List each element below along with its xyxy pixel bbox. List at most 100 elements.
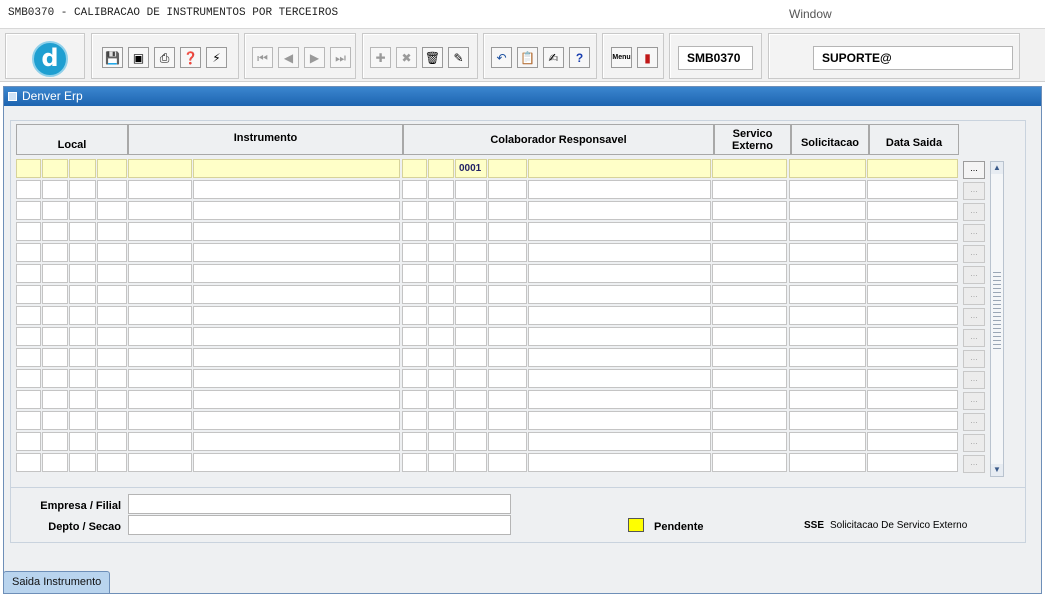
servico-externo-cell[interactable] xyxy=(712,432,787,451)
local-cell-4[interactable] xyxy=(97,201,127,220)
local-cell-3[interactable] xyxy=(69,285,96,304)
local-cell-3[interactable] xyxy=(69,369,96,388)
local-cell-1[interactable] xyxy=(16,432,41,451)
data-saida-cell[interactable] xyxy=(867,222,958,241)
colab-cell-2[interactable] xyxy=(428,306,454,325)
lov-button[interactable]: ... xyxy=(963,266,985,284)
colab-cell-4[interactable] xyxy=(488,369,527,388)
colab-cell-4[interactable] xyxy=(488,453,527,472)
local-cell-2[interactable] xyxy=(42,390,68,409)
instrumento-code-cell[interactable] xyxy=(128,222,192,241)
local-cell-2[interactable] xyxy=(42,243,68,262)
servico-externo-cell[interactable] xyxy=(712,180,787,199)
colab-code-cell[interactable] xyxy=(455,411,487,430)
instrumento-desc-cell[interactable] xyxy=(193,432,400,451)
instrumento-code-cell[interactable] xyxy=(128,453,192,472)
local-cell-2[interactable] xyxy=(42,348,68,367)
local-cell-1[interactable] xyxy=(16,180,41,199)
servico-externo-cell[interactable] xyxy=(712,327,787,346)
instrumento-desc-cell[interactable] xyxy=(193,348,400,367)
lov-button[interactable]: ... xyxy=(963,224,985,242)
instrumento-desc-cell[interactable] xyxy=(193,222,400,241)
instrumento-code-cell[interactable] xyxy=(128,285,192,304)
colab-cell-2[interactable] xyxy=(428,264,454,283)
instrumento-desc-cell[interactable] xyxy=(193,201,400,220)
local-cell-4[interactable] xyxy=(97,222,127,241)
next-record-icon[interactable]: ▶ xyxy=(304,47,325,68)
colab-name-cell[interactable] xyxy=(528,243,711,262)
servico-externo-cell[interactable] xyxy=(712,285,787,304)
instrumento-desc-cell[interactable] xyxy=(193,453,400,472)
data-saida-cell[interactable] xyxy=(867,453,958,472)
local-cell-2[interactable] xyxy=(42,159,68,178)
instrumento-code-cell[interactable] xyxy=(128,411,192,430)
local-cell-2[interactable] xyxy=(42,222,68,241)
colab-cell-1[interactable] xyxy=(402,264,427,283)
grid-scrollbar[interactable]: ▲ ▼ xyxy=(990,161,1004,477)
query-help-icon[interactable]: ❓ xyxy=(180,47,201,68)
colab-cell-2[interactable] xyxy=(428,201,454,220)
colab-cell-4[interactable] xyxy=(488,432,527,451)
colab-cell-4[interactable] xyxy=(488,285,527,304)
colab-name-cell[interactable] xyxy=(528,453,711,472)
local-cell-3[interactable] xyxy=(69,390,96,409)
local-cell-1[interactable] xyxy=(16,159,41,178)
solicitacao-cell[interactable] xyxy=(789,180,866,199)
depto-secao-field[interactable] xyxy=(128,515,511,535)
data-saida-cell[interactable] xyxy=(867,432,958,451)
delete-record-icon[interactable]: ✖ xyxy=(396,47,417,68)
colab-cell-4[interactable] xyxy=(488,390,527,409)
servico-externo-cell[interactable] xyxy=(712,201,787,220)
local-cell-3[interactable] xyxy=(69,306,96,325)
colab-cell-1[interactable] xyxy=(402,390,427,409)
colab-name-cell[interactable] xyxy=(528,390,711,409)
instrumento-code-cell[interactable] xyxy=(128,348,192,367)
local-cell-3[interactable] xyxy=(69,432,96,451)
data-saida-cell[interactable] xyxy=(867,201,958,220)
clear-form-icon[interactable]: 🗑 xyxy=(422,47,443,68)
colab-code-cell[interactable] xyxy=(455,327,487,346)
instrumento-desc-cell[interactable] xyxy=(193,390,400,409)
colab-name-cell[interactable] xyxy=(528,306,711,325)
instrumento-code-cell[interactable] xyxy=(128,306,192,325)
colab-code-cell[interactable] xyxy=(455,432,487,451)
data-saida-cell[interactable] xyxy=(867,243,958,262)
solicitacao-cell[interactable] xyxy=(789,432,866,451)
colab-cell-1[interactable] xyxy=(402,222,427,241)
lov-button[interactable]: ... xyxy=(963,308,985,326)
local-cell-2[interactable] xyxy=(42,327,68,346)
colab-cell-2[interactable] xyxy=(428,432,454,451)
colab-cell-1[interactable] xyxy=(402,411,427,430)
solicitacao-cell[interactable] xyxy=(789,411,866,430)
instrumento-code-cell[interactable] xyxy=(128,264,192,283)
data-saida-cell[interactable] xyxy=(867,411,958,430)
colab-code-cell[interactable] xyxy=(455,180,487,199)
local-cell-4[interactable] xyxy=(97,285,127,304)
colab-name-cell[interactable] xyxy=(528,285,711,304)
solicitacao-cell[interactable] xyxy=(789,453,866,472)
solicitacao-cell[interactable] xyxy=(789,264,866,283)
help-icon[interactable]: ? xyxy=(569,47,590,68)
servico-externo-cell[interactable] xyxy=(712,222,787,241)
colab-name-cell[interactable] xyxy=(528,432,711,451)
instrumento-desc-cell[interactable] xyxy=(193,180,400,199)
local-cell-3[interactable] xyxy=(69,222,96,241)
empresa-filial-field[interactable] xyxy=(128,494,511,514)
local-cell-3[interactable] xyxy=(69,243,96,262)
instrumento-code-cell[interactable] xyxy=(128,390,192,409)
servico-externo-cell[interactable] xyxy=(712,243,787,262)
colab-cell-4[interactable] xyxy=(488,222,527,241)
local-cell-4[interactable] xyxy=(97,453,127,472)
instrumento-code-cell[interactable] xyxy=(128,243,192,262)
local-cell-1[interactable] xyxy=(16,306,41,325)
lov-button[interactable]: ... xyxy=(963,350,985,368)
data-saida-cell[interactable] xyxy=(867,369,958,388)
colab-cell-2[interactable] xyxy=(428,348,454,367)
colab-cell-1[interactable] xyxy=(402,306,427,325)
local-cell-4[interactable] xyxy=(97,306,127,325)
colab-code-cell[interactable] xyxy=(455,222,487,241)
colab-cell-1[interactable] xyxy=(402,180,427,199)
colab-code-cell[interactable] xyxy=(455,348,487,367)
last-record-icon[interactable]: ⏭ xyxy=(330,47,351,68)
data-saida-cell[interactable] xyxy=(867,159,958,178)
